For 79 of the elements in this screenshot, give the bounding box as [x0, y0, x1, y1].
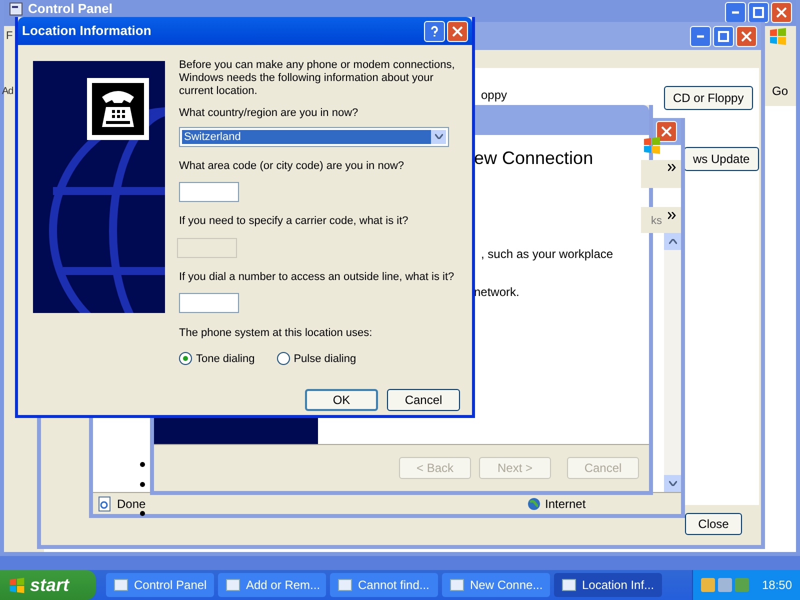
windows-update-button[interactable]: ws Update — [684, 147, 759, 171]
text-input[interactable] — [179, 293, 239, 313]
links-label: ks — [651, 214, 662, 229]
field-label: If you need to specify a carrier code, what is it? — [179, 214, 410, 229]
country-label: What country/region are you in now? — [179, 106, 360, 121]
tray-icon — [701, 578, 715, 592]
dialog-title: Location Information — [22, 22, 152, 40]
minimize-icon — [697, 34, 704, 38]
help-button[interactable] — [424, 20, 445, 42]
text-input[interactable] — [179, 182, 239, 202]
dropdown-button[interactable] — [431, 130, 446, 144]
go-button[interactable]: Go — [764, 82, 796, 100]
app-icon — [450, 579, 464, 591]
minimize-button[interactable] — [725, 2, 746, 23]
dialog-button[interactable]: Cancel — [387, 389, 460, 411]
taskbar-item[interactable]: Add or Rem... — [218, 573, 326, 597]
app-icon — [562, 579, 576, 591]
radio-option[interactable]: Tone dialing — [179, 350, 255, 367]
radio-button[interactable] — [276, 352, 290, 366]
intro-text: Before you can make any phone or modem connections, Windows needs the following information about your current location. — [179, 59, 456, 98]
close-button[interactable] — [736, 26, 757, 46]
start-button[interactable]: start — [0, 570, 96, 600]
tray-icon — [718, 578, 732, 592]
wizard-text: network. — [474, 284, 520, 301]
scroll-down-button[interactable] — [664, 475, 681, 492]
app-icon — [114, 579, 128, 591]
maximize-button[interactable] — [713, 26, 734, 46]
close-window-button[interactable]: Close — [685, 513, 742, 535]
cd-floppy-button[interactable]: CD or Floppy — [664, 86, 753, 110]
scroll-up-button[interactable] — [664, 233, 681, 250]
status-text: Done — [117, 496, 147, 512]
option-text: oppy — [481, 87, 508, 104]
close-icon — [452, 26, 463, 36]
flag-logo-icon — [768, 26, 788, 46]
app-icon — [338, 579, 352, 591]
flag-logo-icon — [642, 135, 662, 155]
field-label: What area code (or city code) are you in now? — [179, 158, 406, 174]
page-icon — [97, 496, 113, 512]
zone-text: Internet — [545, 496, 586, 512]
dialog-button[interactable]: OK — [305, 389, 378, 411]
app-icon — [226, 579, 240, 591]
close-icon — [661, 126, 672, 137]
maximize-icon — [753, 7, 764, 18]
country-dropdown[interactable]: Switzerland — [179, 126, 449, 146]
question-mark-icon — [429, 26, 440, 36]
chevron-icon[interactable] — [668, 212, 676, 219]
flag-logo-icon — [8, 576, 26, 594]
radio-button[interactable] — [179, 352, 192, 366]
taskbar-item[interactable]: New Conne... — [442, 573, 550, 597]
maximize-icon — [718, 30, 729, 42]
minimize-button[interactable] — [690, 26, 711, 46]
taskbar-item[interactable]: Location Inf... — [554, 573, 662, 597]
bullet-icon — [140, 482, 145, 487]
country-value: Switzerland — [182, 130, 431, 144]
close-button[interactable] — [656, 121, 677, 142]
close-icon — [776, 7, 787, 18]
close-button[interactable] — [447, 20, 468, 42]
close-button[interactable] — [771, 2, 792, 23]
radio-option[interactable]: Pulse dialing — [276, 350, 356, 367]
close-icon — [741, 30, 752, 42]
control-panel-icon — [8, 2, 24, 16]
telephone-icon — [87, 78, 149, 140]
minimize-icon — [732, 11, 739, 14]
tray-icon — [735, 578, 749, 592]
bullet-icon — [140, 462, 145, 467]
wizard-heading: ew Connection — [474, 147, 594, 170]
taskbar-item[interactable]: Control Panel — [106, 573, 214, 597]
vertical-scrollbar[interactable] — [664, 233, 681, 492]
phone-system-label: The phone system at this location uses: — [179, 326, 374, 341]
wizard-text: , such as your workplace — [481, 246, 614, 263]
field-label: If you dial a number to access an outside line, what is it? — [179, 270, 456, 284]
chevron-icon[interactable] — [668, 164, 676, 171]
window-title: Control Panel — [28, 2, 113, 15]
taskbar-item[interactable]: Cannot find... — [330, 573, 438, 597]
globe-icon — [527, 496, 541, 510]
bullet-icon — [140, 511, 145, 516]
clock: 18:50 — [762, 577, 792, 594]
maximize-button[interactable] — [748, 2, 769, 23]
menu-item[interactable]: F — [6, 28, 13, 44]
